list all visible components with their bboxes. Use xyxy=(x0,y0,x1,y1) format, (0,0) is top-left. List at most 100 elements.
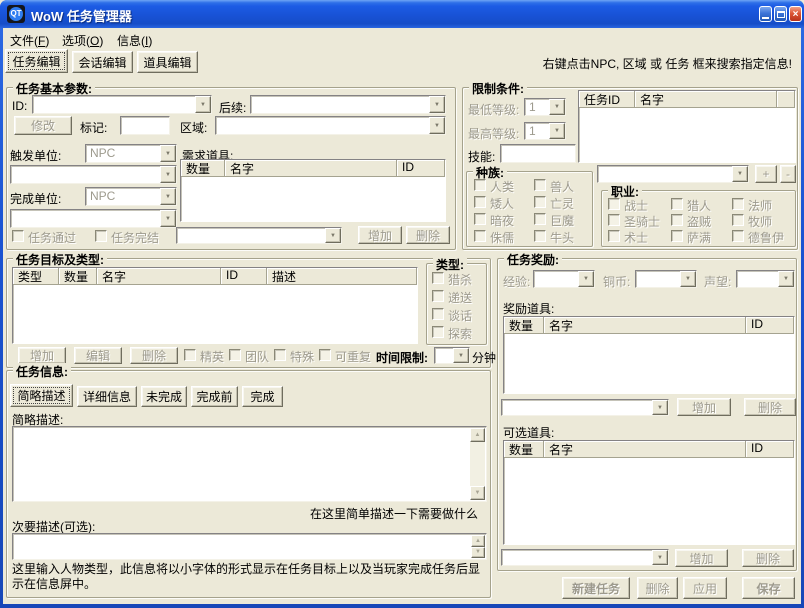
type-checkbox-row[interactable]: 探索 xyxy=(432,325,472,342)
skill-input[interactable] xyxy=(500,144,576,163)
copper-combobox[interactable]: ▼ xyxy=(635,270,697,288)
class-checkbox-row[interactable]: 盗贼 xyxy=(671,213,711,230)
race-troll-checkbox[interactable] xyxy=(534,213,546,225)
flag-elite-checkbox[interactable] xyxy=(184,349,196,361)
prequest-combobox[interactable]: ▼ xyxy=(597,165,749,183)
info-tab-brief[interactable]: 简略描述 xyxy=(10,384,73,407)
dropdown-arrow-icon[interactable]: ▼ xyxy=(160,188,176,205)
dropdown-arrow-icon[interactable]: ▼ xyxy=(778,271,794,287)
race-undead-checkbox[interactable] xyxy=(534,196,546,208)
tab-item-edit[interactable]: 道具编辑 xyxy=(137,51,198,73)
column-header[interactable]: ID xyxy=(746,317,794,334)
menu-info[interactable]: 信息(I) xyxy=(113,30,156,51)
dropdown-arrow-icon[interactable]: ▼ xyxy=(732,166,748,182)
time-limit-combobox[interactable]: ▼ xyxy=(434,347,470,364)
type-kill-checkbox[interactable] xyxy=(432,272,444,284)
class-mage-checkbox[interactable] xyxy=(732,198,744,210)
column-header[interactable]: 名字 xyxy=(225,160,397,177)
quest-pass-checkbox[interactable] xyxy=(12,230,24,242)
dropdown-arrow-icon[interactable]: ▼ xyxy=(325,228,341,243)
tab-quest-edit[interactable]: 任务编辑 xyxy=(5,49,68,73)
new-quest-button[interactable]: 新建任务 xyxy=(562,577,630,599)
class-shaman-checkbox[interactable] xyxy=(671,230,683,242)
race-checkbox-row[interactable]: 牛头 xyxy=(534,229,574,246)
race-tauren-checkbox[interactable] xyxy=(534,230,546,242)
complete-type-combobox[interactable]: NPC▼ xyxy=(85,187,177,206)
type-checkbox-row[interactable]: 猎杀 xyxy=(432,271,472,288)
reward-item-delete-button[interactable]: 删除 xyxy=(744,398,796,416)
column-header[interactable]: 名字 xyxy=(544,441,746,458)
info-tab-incomplete[interactable]: 未完成 xyxy=(141,386,187,407)
required-item-add-button[interactable]: 增加 xyxy=(358,226,402,244)
quest-finish-checkbox-row[interactable]: 任务完结 xyxy=(95,229,159,246)
info-tab-complete[interactable]: 完成 xyxy=(242,386,283,407)
required-item-delete-button[interactable]: 删除 xyxy=(406,226,450,244)
maximize-button[interactable] xyxy=(774,6,787,22)
column-header[interactable]: 描述 xyxy=(267,268,417,285)
vertical-scrollbar[interactable]: ▲ ▼ xyxy=(471,535,485,558)
info-tab-before-complete[interactable]: 完成前 xyxy=(191,386,238,407)
dropdown-arrow-icon[interactable]: ▼ xyxy=(578,271,594,287)
quest-id-combobox[interactable]: ▼ xyxy=(32,95,212,114)
race-checkbox-row[interactable]: 暗夜 xyxy=(474,212,514,229)
objective-add-button[interactable]: 增加 xyxy=(18,347,66,364)
type-explore-checkbox[interactable] xyxy=(432,326,444,338)
class-druid-checkbox[interactable] xyxy=(732,230,744,242)
vertical-scrollbar[interactable]: ▲ ▼ xyxy=(470,428,485,500)
race-checkbox-row[interactable]: 巨魔 xyxy=(534,212,574,229)
race-gnome-checkbox[interactable] xyxy=(474,230,486,242)
column-header[interactable]: 数量 xyxy=(59,268,97,285)
reputation-combobox[interactable]: ▼ xyxy=(736,270,795,288)
secondary-desc-textarea[interactable]: ▲ ▼ xyxy=(12,533,487,560)
reward-item-combobox[interactable]: ▼ xyxy=(501,399,669,416)
class-checkbox-row[interactable]: 萨满 xyxy=(671,229,711,246)
flag-raid-checkbox[interactable] xyxy=(229,349,241,361)
type-checkbox-row[interactable]: 递送 xyxy=(432,289,472,306)
min-level-spinner[interactable]: 1▼ xyxy=(524,98,566,116)
race-nightelf-checkbox[interactable] xyxy=(474,213,486,225)
exp-combobox[interactable]: ▼ xyxy=(533,270,595,288)
reward-items-table[interactable]: 数量 名字 ID xyxy=(503,316,795,394)
quest-finish-checkbox[interactable] xyxy=(95,230,107,242)
class-paladin-checkbox[interactable] xyxy=(608,214,620,226)
next-quest-combobox[interactable]: ▼ xyxy=(250,95,446,114)
flag-repeatable-checkbox[interactable] xyxy=(319,349,331,361)
prequest-add-button[interactable]: + xyxy=(755,165,777,183)
class-checkbox-row[interactable]: 猎人 xyxy=(671,197,711,214)
dropdown-arrow-icon[interactable]: ▼ xyxy=(195,96,211,113)
scroll-up-icon[interactable]: ▲ xyxy=(470,428,485,442)
optional-items-table[interactable]: 数量 名字 ID xyxy=(503,440,795,545)
type-deliver-checkbox[interactable] xyxy=(432,290,444,302)
flag-checkbox-row[interactable]: 特殊 xyxy=(274,348,314,365)
flag-checkbox-row[interactable]: 团队 xyxy=(229,348,269,365)
scroll-up-icon[interactable]: ▲ xyxy=(471,535,485,547)
save-button[interactable]: 保存 xyxy=(742,577,795,599)
class-checkbox-row[interactable]: 圣骑士 xyxy=(608,213,660,230)
column-header[interactable]: ID xyxy=(397,160,445,177)
column-header[interactable]: 名字 xyxy=(635,91,777,108)
race-human-checkbox[interactable] xyxy=(474,179,486,191)
race-checkbox-row[interactable]: 侏儒 xyxy=(474,229,514,246)
area-combobox[interactable]: ▼ xyxy=(215,116,446,135)
mark-input-field[interactable] xyxy=(121,117,169,134)
required-item-combobox[interactable]: ▼ xyxy=(176,227,342,244)
column-header[interactable]: 类型 xyxy=(13,268,59,285)
objectives-table[interactable]: 类型 数量 名字 ID 描述 xyxy=(12,267,418,344)
column-header[interactable]: 数量 xyxy=(504,317,544,334)
class-checkbox-row[interactable]: 战士 xyxy=(608,197,648,214)
column-header[interactable]: 名字 xyxy=(97,268,221,285)
delete-quest-button[interactable]: 删除 xyxy=(637,577,678,599)
optional-item-delete-button[interactable]: 删除 xyxy=(742,549,794,567)
mark-input[interactable] xyxy=(120,116,170,135)
complete-npc-combobox[interactable]: ▼ xyxy=(10,209,177,228)
race-orc-checkbox[interactable] xyxy=(534,179,546,191)
class-checkbox-row[interactable]: 法师 xyxy=(732,197,772,214)
trigger-type-combobox[interactable]: NPC▼ xyxy=(85,144,177,163)
flag-special-checkbox[interactable] xyxy=(274,349,286,361)
column-header[interactable]: ID xyxy=(746,441,794,458)
reward-item-add-button[interactable]: 增加 xyxy=(677,398,731,416)
class-hunter-checkbox[interactable] xyxy=(671,198,683,210)
class-checkbox-row[interactable]: 牧师 xyxy=(732,213,772,230)
scroll-down-icon[interactable]: ▼ xyxy=(471,547,485,559)
objective-delete-button[interactable]: 删除 xyxy=(130,347,178,364)
